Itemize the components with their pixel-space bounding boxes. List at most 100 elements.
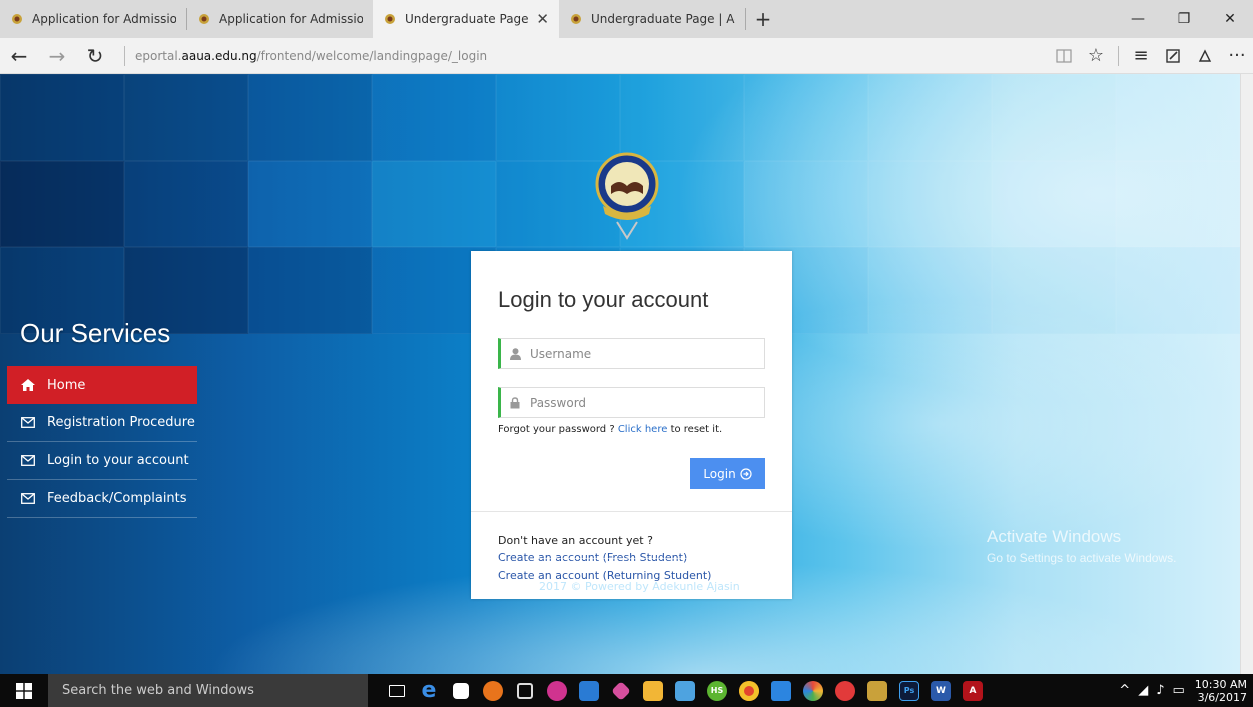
address-divider xyxy=(124,45,125,66)
login-card: Login to your account Forgot your passwo… xyxy=(471,251,792,599)
menu-item-label: Login to your account xyxy=(47,453,189,468)
windows-taskbar: Search the web and Windows e HS Ps W A ^… xyxy=(0,674,1253,707)
hub-icon[interactable]: ≡ xyxy=(1125,45,1157,66)
login-title: Login to your account xyxy=(498,287,709,312)
menu-item-label: Feedback/Complaints xyxy=(47,491,187,506)
login-button-label: Login xyxy=(703,466,736,481)
browser-tab-3-active[interactable]: Undergraduate Page | A ✕ xyxy=(373,0,559,38)
url-domain: aaua.edu.ng xyxy=(181,48,257,63)
url-field[interactable]: eportal.aaua.edu.ng/frontend/welcome/lan… xyxy=(135,49,1048,63)
menu-item-home[interactable]: Home xyxy=(7,366,197,404)
clock-time: 10:30 AM xyxy=(1194,677,1247,691)
edge-browser-icon[interactable]: e xyxy=(414,674,444,707)
university-logo xyxy=(595,152,659,240)
refresh-icon[interactable]: ↻ xyxy=(76,38,114,74)
envelope-icon xyxy=(21,493,39,504)
address-bar: ← → ↻ eportal.aaua.edu.ng/frontend/welco… xyxy=(0,38,1253,74)
browser-tab-bar: Application for Admission in Application… xyxy=(0,0,1253,38)
page-scrollbar[interactable] xyxy=(1240,74,1253,674)
volume-icon[interactable]: ♪ xyxy=(1156,683,1164,698)
forgot-suffix: to reset it. xyxy=(670,424,723,435)
taskbar-apps: e HS Ps W A xyxy=(382,674,990,707)
home-icon xyxy=(21,379,39,391)
browser-tab-4[interactable]: Undergraduate Page | Adeku xyxy=(559,0,745,38)
login-button[interactable]: Login xyxy=(690,458,765,489)
restore-icon[interactable]: ❐ xyxy=(1161,0,1207,38)
hs-app-icon[interactable]: HS xyxy=(702,674,732,707)
app-cube-icon[interactable] xyxy=(510,674,540,707)
windows-start-icon[interactable] xyxy=(0,674,48,707)
close-window-icon[interactable]: ✕ xyxy=(1207,0,1253,38)
tab-title: Application for Admission in xyxy=(219,12,363,26)
tab-close-icon[interactable]: ✕ xyxy=(536,10,549,28)
lock-icon xyxy=(510,396,522,409)
file-explorer-icon[interactable] xyxy=(638,674,668,707)
acrobat-icon[interactable]: A xyxy=(958,674,988,707)
services-title: Our Services xyxy=(20,318,171,348)
store-icon[interactable] xyxy=(446,674,476,707)
university-favicon-icon xyxy=(199,14,209,24)
app-diamond-icon[interactable] xyxy=(606,674,636,707)
card-divider xyxy=(471,511,792,512)
url-path: /frontend/welcome/landingpage/_login xyxy=(256,48,488,63)
activate-title: Activate Windows xyxy=(987,527,1122,546)
word-icon[interactable]: W xyxy=(926,674,956,707)
browser-tab-1[interactable]: Application for Admission in xyxy=(0,0,186,38)
window-controls: — ❐ ✕ xyxy=(1115,0,1253,38)
photoshop-icon[interactable]: Ps xyxy=(894,674,924,707)
task-view-icon[interactable] xyxy=(382,674,412,707)
network-icon[interactable]: ◢ xyxy=(1138,683,1148,698)
footer-text: 2017 © Powered by Adekunle Ajasin xyxy=(539,580,740,593)
web-note-icon[interactable] xyxy=(1157,48,1189,64)
password-input[interactable] xyxy=(530,395,750,410)
app-target-icon[interactable] xyxy=(766,674,796,707)
notifications-icon[interactable]: ▭ xyxy=(1172,683,1184,698)
app-blue-icon[interactable] xyxy=(574,674,604,707)
system-tray: ^ ◢ ♪ ▭ 10:30 AM 3/6/2017 xyxy=(1115,678,1253,704)
app-yellow-icon[interactable] xyxy=(862,674,892,707)
taskbar-clock[interactable]: 10:30 AM 3/6/2017 xyxy=(1195,678,1247,704)
activate-windows-watermark: Activate Windows Go to Settings to activ… xyxy=(987,527,1176,565)
browser-tab-2[interactable]: Application for Admission in xyxy=(187,0,373,38)
favorite-star-icon[interactable]: ☆ xyxy=(1080,45,1112,66)
new-tab-button[interactable]: + xyxy=(746,0,780,38)
username-input[interactable] xyxy=(530,346,750,361)
user-icon xyxy=(510,347,522,360)
taskbar-search-box[interactable]: Search the web and Windows xyxy=(48,674,368,707)
envelope-icon xyxy=(21,417,39,428)
tab-title: Undergraduate Page | Adeku xyxy=(591,12,735,26)
tab-title: Application for Admission in xyxy=(32,12,176,26)
university-favicon-icon xyxy=(571,14,581,24)
app-pinwheel-icon[interactable] xyxy=(798,674,828,707)
show-hidden-icons-icon[interactable]: ^ xyxy=(1119,683,1130,698)
services-menu: Home Registration Procedure Login to you… xyxy=(7,366,197,518)
share-icon[interactable] xyxy=(1189,48,1221,64)
university-favicon-icon xyxy=(12,14,22,24)
footer-divider xyxy=(535,558,728,559)
username-field[interactable] xyxy=(498,338,765,369)
reading-view-icon[interactable] xyxy=(1048,48,1080,63)
envelope-icon xyxy=(21,455,39,466)
activate-subtitle: Go to Settings to activate Windows. xyxy=(987,551,1177,565)
more-options-icon[interactable]: ··· xyxy=(1221,45,1253,66)
app-bars-icon[interactable] xyxy=(670,674,700,707)
reset-password-link[interactable]: Click here xyxy=(618,424,668,435)
minimize-icon[interactable]: — xyxy=(1115,0,1161,38)
menu-item-registration-procedure[interactable]: Registration Procedure xyxy=(7,404,197,442)
menu-item-label: Registration Procedure xyxy=(47,415,195,430)
menu-item-login[interactable]: Login to your account xyxy=(7,442,197,480)
tab-title: Undergraduate Page | A xyxy=(405,12,530,26)
menu-item-label: Home xyxy=(47,377,86,393)
chrome-icon[interactable] xyxy=(734,674,764,707)
forgot-password-text: Forgot your password ? Click here to res… xyxy=(498,424,722,435)
app-red-icon[interactable] xyxy=(830,674,860,707)
back-arrow-icon[interactable]: ← xyxy=(0,38,38,74)
toolbar-divider xyxy=(1118,45,1119,66)
menu-item-feedback[interactable]: Feedback/Complaints xyxy=(7,480,197,518)
arrow-circle-right-icon xyxy=(740,467,752,480)
firefox-icon[interactable] xyxy=(478,674,508,707)
password-field[interactable] xyxy=(498,387,765,418)
forward-arrow-icon[interactable]: → xyxy=(38,38,76,74)
media-app-icon[interactable] xyxy=(542,674,572,707)
url-prefix: eportal. xyxy=(135,48,182,63)
